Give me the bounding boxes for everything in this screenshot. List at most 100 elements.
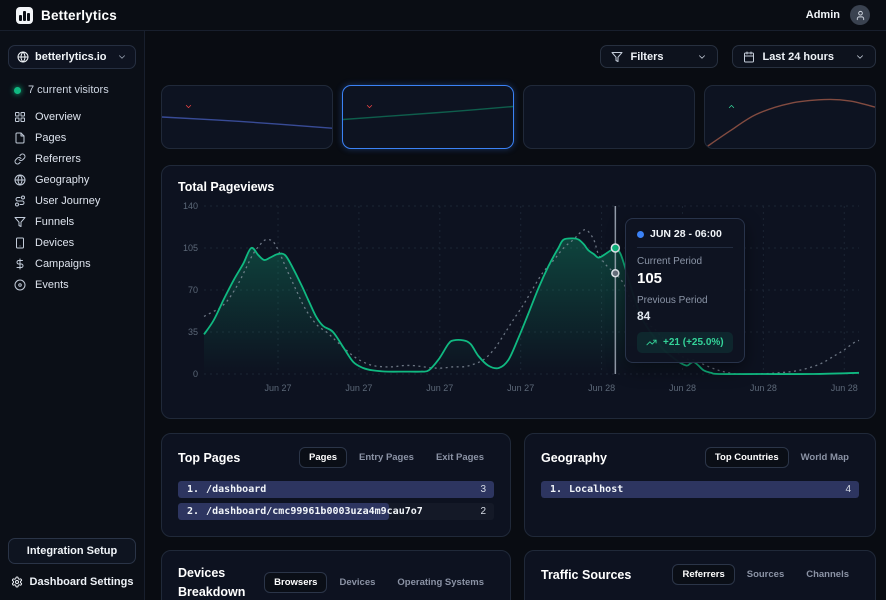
user-avatar[interactable] bbox=[850, 5, 870, 25]
betterlytics-logo-icon bbox=[16, 6, 33, 24]
tab-top-countries[interactable]: Top Countries bbox=[704, 447, 789, 468]
top-pages-title: Top Pages bbox=[178, 450, 241, 465]
top-pages-rows: 1. /dashboard 3 2. /dashboard/cmc99961b0003u… bbox=[178, 481, 494, 520]
sidebar-item-overview[interactable]: Overview bbox=[8, 106, 136, 127]
stat-cards bbox=[161, 85, 876, 149]
tab-devices[interactable]: Devices bbox=[329, 572, 385, 593]
sidebar-item-label: Overview bbox=[35, 110, 81, 123]
sidebar-item-events[interactable]: Events bbox=[8, 274, 136, 295]
funnel-icon bbox=[611, 51, 623, 63]
sidebar: betterlytics.io 7 current visitors Overv… bbox=[0, 31, 145, 600]
tab-sources[interactable]: Sources bbox=[737, 564, 795, 585]
list-item[interactable]: 1. /dashboard 3 bbox=[178, 481, 494, 498]
devices-breakdown-card: Devices Breakdown Browsers Devices Operati… bbox=[161, 550, 511, 600]
tooltip-time: JUN 28 - 06:00 bbox=[650, 228, 722, 240]
chart-tooltip: JUN 28 - 06:00 Current Period 105 Previo… bbox=[625, 218, 745, 363]
tab-exit-pages[interactable]: Exit Pages bbox=[426, 447, 494, 468]
sidebar-item-funnels[interactable]: Funnels bbox=[8, 211, 136, 232]
sidebar-item-user-journey[interactable]: User Journey bbox=[8, 190, 136, 211]
dollar-icon bbox=[14, 258, 26, 270]
geography-tabs: Top Countries World Map bbox=[704, 447, 859, 468]
sidebar-item-campaigns[interactable]: Campaigns bbox=[8, 253, 136, 274]
tab-world-map[interactable]: World Map bbox=[791, 447, 859, 468]
stat-delta bbox=[727, 102, 738, 111]
item-label: /dashboard bbox=[206, 484, 267, 495]
sidebar-bottom: Integration Setup Dashboard Settings bbox=[8, 538, 136, 590]
sidebar-item-referrers[interactable]: Referrers bbox=[8, 148, 136, 169]
stat-card-unique-visitors[interactable] bbox=[161, 85, 333, 149]
list-item[interactable]: 1. Localhost 4 bbox=[541, 481, 859, 498]
funnel-icon bbox=[14, 216, 26, 228]
stat-card-avg-visit-duration[interactable] bbox=[704, 85, 876, 149]
site-selector[interactable]: betterlytics.io bbox=[8, 45, 136, 69]
link-icon bbox=[14, 153, 26, 165]
chevron-down-icon bbox=[855, 52, 865, 62]
integration-setup-button[interactable]: Integration Setup bbox=[8, 538, 136, 564]
stat-card-total-pageviews[interactable] bbox=[342, 85, 514, 149]
tab-channels[interactable]: Channels bbox=[796, 564, 859, 585]
brand: Betterlytics bbox=[16, 6, 117, 24]
sidebar-item-label: Pages bbox=[35, 131, 67, 144]
current-period-value: 105 bbox=[637, 270, 663, 287]
svg-text:Jun 27: Jun 27 bbox=[264, 383, 291, 393]
svg-text:70: 70 bbox=[188, 285, 198, 295]
dashboard-settings[interactable]: Dashboard Settings bbox=[8, 574, 136, 590]
globe-icon bbox=[14, 174, 26, 186]
current-visitors: 7 current visitors bbox=[14, 84, 130, 96]
item-rank: 1. bbox=[187, 484, 200, 495]
chevron-down-icon bbox=[184, 102, 193, 111]
chart-area[interactable]: 0 35 70 105 140 Jun 27 Jun 27 Jun 27 Jun 27 Jun 2… bbox=[178, 200, 860, 398]
svg-text:Jun 27: Jun 27 bbox=[507, 383, 534, 393]
chevron-down-icon bbox=[117, 52, 127, 62]
devices-tabs: Browsers Devices Operating Systems bbox=[264, 572, 494, 594]
geography-rows: 1. Localhost 4 bbox=[541, 481, 859, 498]
controls-row: Filters Last 24 hours bbox=[161, 45, 876, 68]
delta-badge-label: +21 (+25.0%) bbox=[663, 337, 724, 348]
topbar: Betterlytics Admin bbox=[0, 0, 886, 31]
sidebar-item-pages[interactable]: Pages bbox=[8, 127, 136, 148]
sidebar-item-label: Devices bbox=[35, 236, 75, 249]
tab-operating-systems[interactable]: Operating Systems bbox=[387, 572, 494, 593]
file-icon bbox=[14, 132, 26, 144]
bottom-cards: Top Pages Pages Entry Pages Exit Pages 1. /… bbox=[161, 433, 876, 600]
traffic-sources-tabs: Referrers Sources Channels bbox=[672, 564, 859, 585]
traffic-sources-title: Traffic Sources bbox=[541, 567, 632, 582]
previous-period-value: 84 bbox=[637, 309, 651, 323]
list-item[interactable]: 2. /dashboard/cmc99961b0003uza4m9cau7o7 2 bbox=[178, 503, 494, 520]
filters-label: Filters bbox=[630, 50, 664, 63]
sparkline bbox=[162, 86, 332, 148]
svg-text:105: 105 bbox=[183, 243, 198, 253]
date-range-button[interactable]: Last 24 hours bbox=[732, 45, 876, 68]
tab-referrers[interactable]: Referrers bbox=[672, 564, 735, 585]
svg-text:Jun 28: Jun 28 bbox=[588, 383, 615, 393]
sidebar-item-geography[interactable]: Geography bbox=[8, 169, 136, 190]
main-content: Filters Last 24 hours Total Pageviews 0 3… bbox=[145, 31, 886, 600]
sparkline bbox=[705, 86, 875, 148]
sidebar-nav: Overview Pages Referrers Geography User Jour… bbox=[8, 106, 136, 295]
pageviews-line-chart: 0 35 70 105 140 Jun 27 Jun 27 Jun 27 Jun 27 Jun 2… bbox=[183, 201, 860, 393]
filters-button[interactable]: Filters bbox=[600, 45, 719, 68]
grid-icon bbox=[14, 111, 26, 123]
brand-name: Betterlytics bbox=[41, 7, 117, 23]
top-pages-card: Top Pages Pages Entry Pages Exit Pages 1. /… bbox=[161, 433, 511, 537]
gear-icon bbox=[11, 576, 23, 588]
delta-badge: +21 (+25.0%) bbox=[637, 332, 733, 353]
chevron-down-icon bbox=[365, 102, 374, 111]
dashboard-settings-label: Dashboard Settings bbox=[29, 576, 134, 588]
stat-card-bounce-rate[interactable] bbox=[523, 85, 695, 149]
sidebar-item-devices[interactable]: Devices bbox=[8, 232, 136, 253]
total-pageviews-chart-card: Total Pageviews 0 35 70 105 140 Jun 27 Jun 27 J… bbox=[161, 165, 876, 419]
devices-breakdown-title: Devices Breakdown bbox=[178, 566, 246, 599]
trending-up-icon bbox=[646, 337, 657, 348]
svg-text:Jun 27: Jun 27 bbox=[426, 383, 453, 393]
svg-text:Jun 28: Jun 28 bbox=[669, 383, 696, 393]
previous-period-label: Previous Period bbox=[637, 295, 708, 306]
tab-entry-pages[interactable]: Entry Pages bbox=[349, 447, 424, 468]
svg-text:35: 35 bbox=[188, 327, 198, 337]
tab-pages[interactable]: Pages bbox=[299, 447, 348, 468]
current-visitors-label: 7 current visitors bbox=[28, 84, 109, 96]
tooltip-series-dot bbox=[637, 230, 644, 238]
item-label: Localhost bbox=[569, 484, 624, 495]
sparkline bbox=[343, 86, 513, 148]
tab-browsers[interactable]: Browsers bbox=[264, 572, 328, 594]
